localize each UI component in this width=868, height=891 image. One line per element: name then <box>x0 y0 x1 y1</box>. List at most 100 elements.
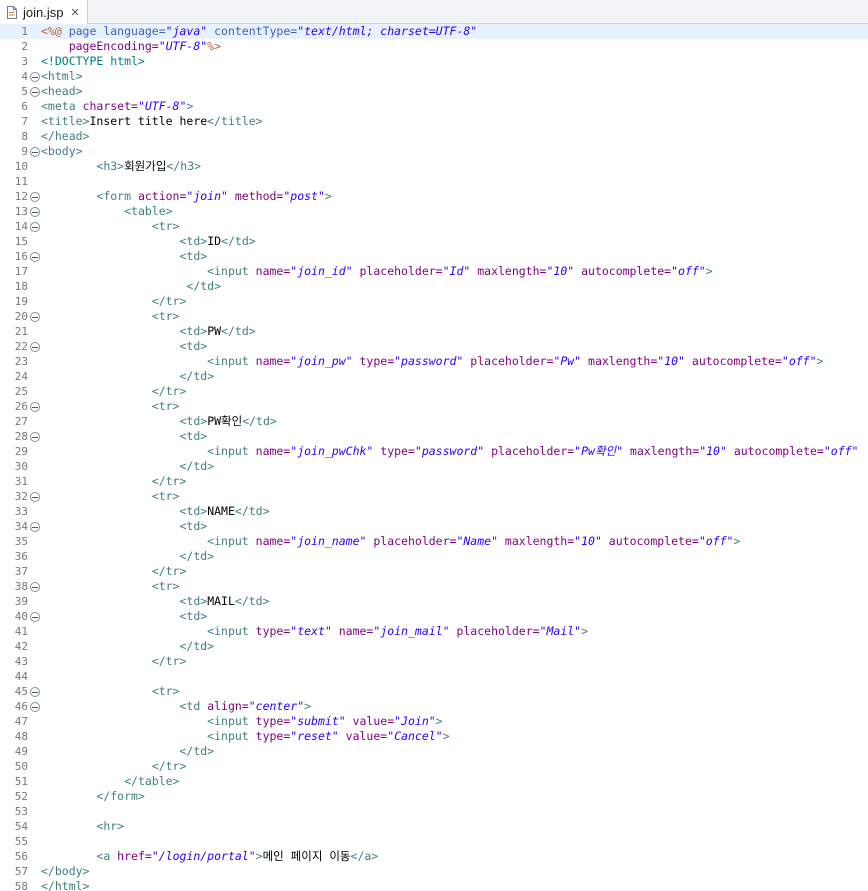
code-line[interactable]: 8 </head> <box>0 129 868 144</box>
code-line[interactable]: 4 <html> <box>0 69 868 84</box>
code-line[interactable]: 28 <td> <box>0 429 868 444</box>
code-line[interactable]: 3 <!DOCTYPE html> <box>0 54 868 69</box>
code-token: </td> <box>179 459 215 473</box>
code-line[interactable]: 20 <tr> <box>0 309 868 324</box>
fold-toggle-icon[interactable] <box>30 612 40 622</box>
code-line[interactable]: 45 <tr> <box>0 684 868 699</box>
code-line[interactable]: 18 </td> <box>0 279 868 294</box>
code-line[interactable]: 39 <td>MAIL</td> <box>0 594 868 609</box>
code-line[interactable]: 40 <td> <box>0 609 868 624</box>
code-line[interactable]: 41 <input type="text" name="join_mail" p… <box>0 624 868 639</box>
code-line[interactable]: 12 <form action="join" method="post"> <box>0 189 868 204</box>
code-line[interactable]: 30 </td> <box>0 459 868 474</box>
fold-toggle-icon[interactable] <box>30 222 40 232</box>
close-icon[interactable]: ✕ <box>70 6 79 19</box>
fold-toggle-icon[interactable] <box>30 147 40 157</box>
line-number: 33 <box>14 505 28 518</box>
code-line[interactable]: 7 <title>Insert title here</title> <box>0 114 868 129</box>
fold-toggle-icon[interactable] <box>30 582 40 592</box>
code-token: > <box>304 699 312 713</box>
code-line[interactable]: 15 <td>ID</td> <box>0 234 868 249</box>
code-token: page language= <box>68 24 166 38</box>
code-line[interactable]: 14 <tr> <box>0 219 868 234</box>
fold-toggle-icon[interactable] <box>30 252 40 262</box>
fold-toggle-icon[interactable] <box>30 207 40 217</box>
code-line[interactable]: 35 <input name="join_name" placeholder="… <box>0 534 868 549</box>
code-line[interactable]: 32 <tr> <box>0 489 868 504</box>
code-line[interactable]: 11 <box>0 174 868 189</box>
line-number: 46 <box>14 700 28 713</box>
tab-join-jsp[interactable]: join.jsp ✕ <box>0 0 88 24</box>
code-line[interactable]: 34 <td> <box>0 519 868 534</box>
fold-toggle-icon[interactable] <box>30 342 40 352</box>
code-token: ID <box>207 234 222 248</box>
code-line[interactable]: 13 <table> <box>0 204 868 219</box>
fold-toggle-icon[interactable] <box>30 87 40 97</box>
code-line[interactable]: 24 </td> <box>0 369 868 384</box>
fold-toggle-icon[interactable] <box>30 432 40 442</box>
code-line[interactable]: 26 <tr> <box>0 399 868 414</box>
code-line[interactable]: 27 <td>PW확인</td> <box>0 414 868 429</box>
code-line[interactable]: 23 <input name="join_pw" type="password"… <box>0 354 868 369</box>
code-line[interactable]: 31 </tr> <box>0 474 868 489</box>
code-line[interactable]: 6 <meta charset="UTF-8"> <box>0 99 868 114</box>
code-line[interactable]: 9 <body> <box>0 144 868 159</box>
fold-toggle-icon[interactable] <box>30 312 40 322</box>
line-number: 57 <box>14 865 28 878</box>
code-line[interactable]: 33 <td>NAME</td> <box>0 504 868 519</box>
code-line[interactable]: 54 <hr> <box>0 819 868 834</box>
code-line[interactable]: 36 </td> <box>0 549 868 564</box>
fold-toggle-icon[interactable] <box>30 522 40 532</box>
code-editor[interactable]: 1 <%@ page language="java" contentType="t… <box>0 24 868 891</box>
code-token: <td> <box>179 324 208 338</box>
code-token: > <box>186 99 194 113</box>
code-token: placeholder= <box>449 624 540 638</box>
code-line[interactable]: 1 <%@ page language="java" contentType="t… <box>0 24 868 39</box>
code-line[interactable]: 25 </tr> <box>0 384 868 399</box>
code-token: value= <box>338 729 388 743</box>
code-line[interactable]: 49 </td> <box>0 744 868 759</box>
code-line[interactable]: 48 <input type="reset" value="Cancel"> <box>0 729 868 744</box>
code-line[interactable]: 42 </td> <box>0 639 868 654</box>
code-line[interactable]: 50 </tr> <box>0 759 868 774</box>
code-token: "10" <box>699 444 727 458</box>
fold-toggle-icon[interactable] <box>30 702 40 712</box>
code-line[interactable]: 56 <a href="/login/portal">메인 페이지 이동</a> <box>0 849 868 864</box>
code-line[interactable]: 2 pageEncoding="UTF-8"%> <box>0 39 868 54</box>
code-line[interactable]: 37 </tr> <box>0 564 868 579</box>
code-line[interactable]: 46 <td align="center"> <box>0 699 868 714</box>
code-line[interactable]: 53 <box>0 804 868 819</box>
code-line[interactable]: 44 <box>0 669 868 684</box>
code-line[interactable]: 21 <td>PW</td> <box>0 324 868 339</box>
code-token: type= <box>255 624 291 638</box>
code-line[interactable]: 43 </tr> <box>0 654 868 669</box>
code-text: <head> <box>41 84 83 99</box>
code-line[interactable]: 55 <box>0 834 868 849</box>
code-line[interactable]: 22 <td> <box>0 339 868 354</box>
code-line[interactable]: 16 <td> <box>0 249 868 264</box>
code-text: <body> <box>41 144 83 159</box>
code-line[interactable]: 58 </html> <box>0 879 868 891</box>
code-line[interactable]: 17 <input name="join_id" placeholder="Id… <box>0 264 868 279</box>
code-line[interactable]: 5 <head> <box>0 84 868 99</box>
code-token: "10" <box>574 534 602 548</box>
fold-toggle-icon[interactable] <box>30 402 40 412</box>
fold-toggle-icon[interactable] <box>30 192 40 202</box>
code-line[interactable]: 57 </body> <box>0 864 868 879</box>
code-line[interactable]: 47 <input type="submit" value="Join"> <box>0 714 868 729</box>
code-line[interactable]: 38 <tr> <box>0 579 868 594</box>
fold-toggle-icon[interactable] <box>30 687 40 697</box>
code-token: <td> <box>179 339 208 353</box>
code-line[interactable]: 51 </table> <box>0 774 868 789</box>
code-text: <tr> <box>41 579 180 594</box>
code-line[interactable]: 29 <input name="join_pwChk" type="passwo… <box>0 444 868 459</box>
fold-toggle-icon[interactable] <box>30 492 40 502</box>
code-line[interactable]: 52 </form> <box>0 789 868 804</box>
code-line[interactable]: 10 <h3>회원가입</h3> <box>0 159 868 174</box>
fold-toggle-icon[interactable] <box>30 72 40 82</box>
code-line[interactable]: 19 </tr> <box>0 294 868 309</box>
code-token: autocomplete= <box>684 354 782 368</box>
